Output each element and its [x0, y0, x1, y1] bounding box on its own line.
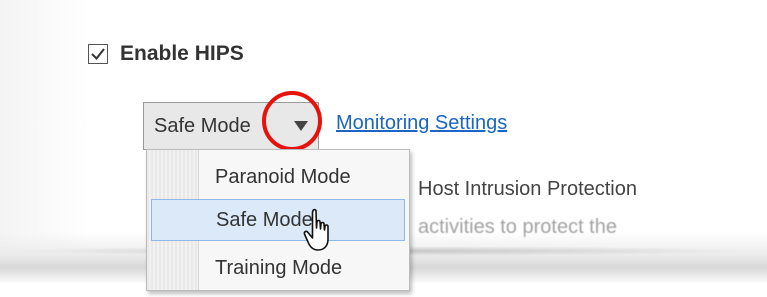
hips-mode-selected-value: Safe Mode	[154, 114, 251, 137]
hips-description-line-1: Host Intrusion Protection	[418, 178, 637, 200]
checkmark-icon	[91, 48, 105, 61]
hips-mode-dropdown-menu: Paranoid Mode Safe Mode Training Mode	[146, 149, 410, 291]
option-paranoid-mode[interactable]: Paranoid Mode	[151, 156, 405, 198]
option-safe-mode[interactable]: Safe Mode	[151, 199, 405, 241]
hand-pointer-icon	[303, 208, 329, 251]
enable-hips-checkbox[interactable]	[88, 44, 108, 64]
monitoring-settings-link[interactable]: Monitoring Settings	[336, 112, 507, 135]
enable-hips-label: Enable HIPS	[120, 42, 244, 65]
hips-settings-excerpt: Enable HIPS Safe Mode Monitoring Setting…	[0, 0, 767, 297]
red-highlight-circle	[262, 91, 322, 151]
enable-hips-row[interactable]: Enable HIPS	[88, 42, 244, 66]
option-training-mode[interactable]: Training Mode	[151, 247, 405, 289]
